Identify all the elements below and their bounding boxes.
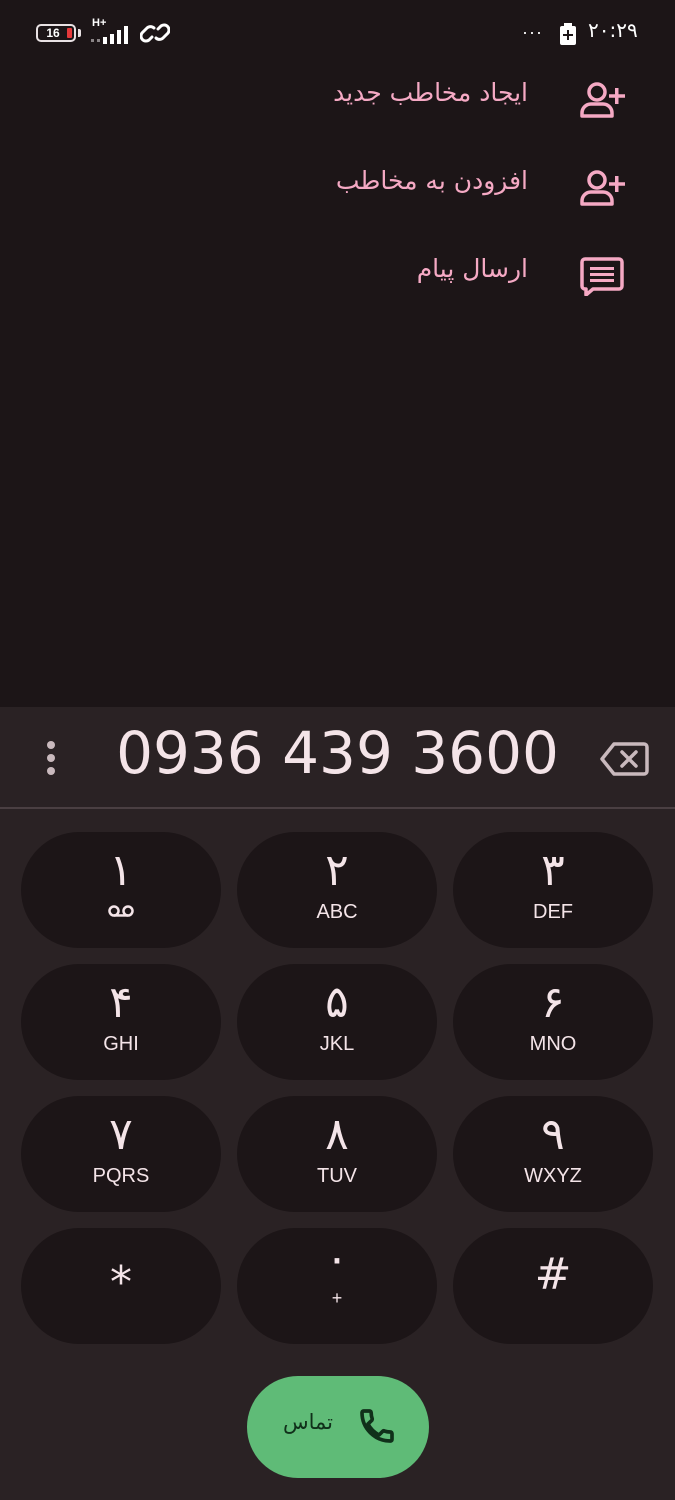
key-7[interactable]: ۷ PQRS: [21, 1096, 221, 1212]
key-digit: ۱: [109, 845, 133, 896]
battery-fill: [67, 28, 72, 38]
status-bar: 16 H+ ··· ۲۰:۲۹: [0, 0, 675, 66]
number-bar: 0936 439 3600: [0, 707, 675, 809]
key-digit: ۰: [325, 1233, 349, 1284]
key-1[interactable]: ۱: [21, 832, 221, 948]
key-digit: *: [110, 1257, 132, 1308]
key-2[interactable]: ۲ ABC: [237, 832, 437, 948]
key-letters: +: [331, 1288, 343, 1308]
key-3[interactable]: ۳ DEF: [453, 832, 653, 948]
key-digit: #: [534, 1249, 572, 1300]
key-6[interactable]: ۶ MNO: [453, 964, 653, 1080]
phone-icon: [360, 1409, 394, 1443]
create-new-contact-item[interactable]: ایجاد مخاطب جدید: [0, 66, 675, 136]
key-letters: PQRS: [92, 1165, 150, 1187]
key-8[interactable]: ۸ TUV: [237, 1096, 437, 1212]
key-digit: ۸: [325, 1109, 349, 1160]
clock: ۲۰:۲۹: [588, 18, 638, 42]
key-letters: ABC: [316, 901, 358, 923]
key-hash[interactable]: #: [453, 1228, 653, 1344]
add-to-contact-label: افزودن به مخاطب: [335, 166, 528, 195]
overflow-notifications-icon: ···: [522, 22, 543, 42]
key-digit: ۹: [541, 1109, 565, 1160]
key-letters: MNO: [529, 1033, 577, 1055]
key-letters: JKL: [319, 1033, 355, 1055]
battery-icon: 16: [36, 24, 76, 42]
key-star[interactable]: *: [21, 1228, 221, 1344]
key-digit: ۶: [541, 977, 565, 1028]
key-4[interactable]: ۴ GHI: [21, 964, 221, 1080]
phone-number-display[interactable]: 0936 439 3600: [110, 713, 565, 793]
message-icon: [580, 257, 624, 296]
key-digit: ۴: [109, 977, 133, 1028]
key-5[interactable]: ۵ JKL: [237, 964, 437, 1080]
key-digit: ۷: [109, 1109, 133, 1160]
key-9[interactable]: ۹ WXYZ: [453, 1096, 653, 1212]
voicemail-icon: [108, 905, 134, 917]
add-to-contact-item[interactable]: افزودن به مخاطب: [0, 154, 675, 224]
send-message-label: ارسال پیام: [416, 254, 528, 283]
link-icon: [140, 23, 170, 43]
backspace-icon[interactable]: [600, 739, 650, 779]
battery-level: 16: [46, 26, 60, 40]
key-digit: ۵: [325, 977, 349, 1028]
key-letters: GHI: [103, 1033, 139, 1055]
key-letters: DEF: [533, 901, 573, 923]
call-button[interactable]: تماس: [247, 1376, 429, 1478]
battery-saver-icon: [560, 23, 576, 45]
key-digit: ۲: [325, 845, 349, 896]
key-digit: ۳: [541, 845, 565, 896]
create-new-contact-label: ایجاد مخاطب جدید: [333, 78, 528, 107]
more-options-icon[interactable]: [30, 733, 72, 785]
key-0[interactable]: ۰ +: [237, 1228, 437, 1344]
call-button-label: تماس: [282, 1410, 333, 1434]
battery-cap: [78, 29, 81, 37]
person-add-icon: [580, 82, 625, 118]
send-message-item[interactable]: ارسال پیام: [0, 242, 675, 312]
key-letters: TUV: [317, 1165, 357, 1187]
person-add-icon: [580, 170, 625, 206]
key-letters: WXYZ: [524, 1165, 582, 1187]
signal-strength-icon: [91, 26, 128, 44]
